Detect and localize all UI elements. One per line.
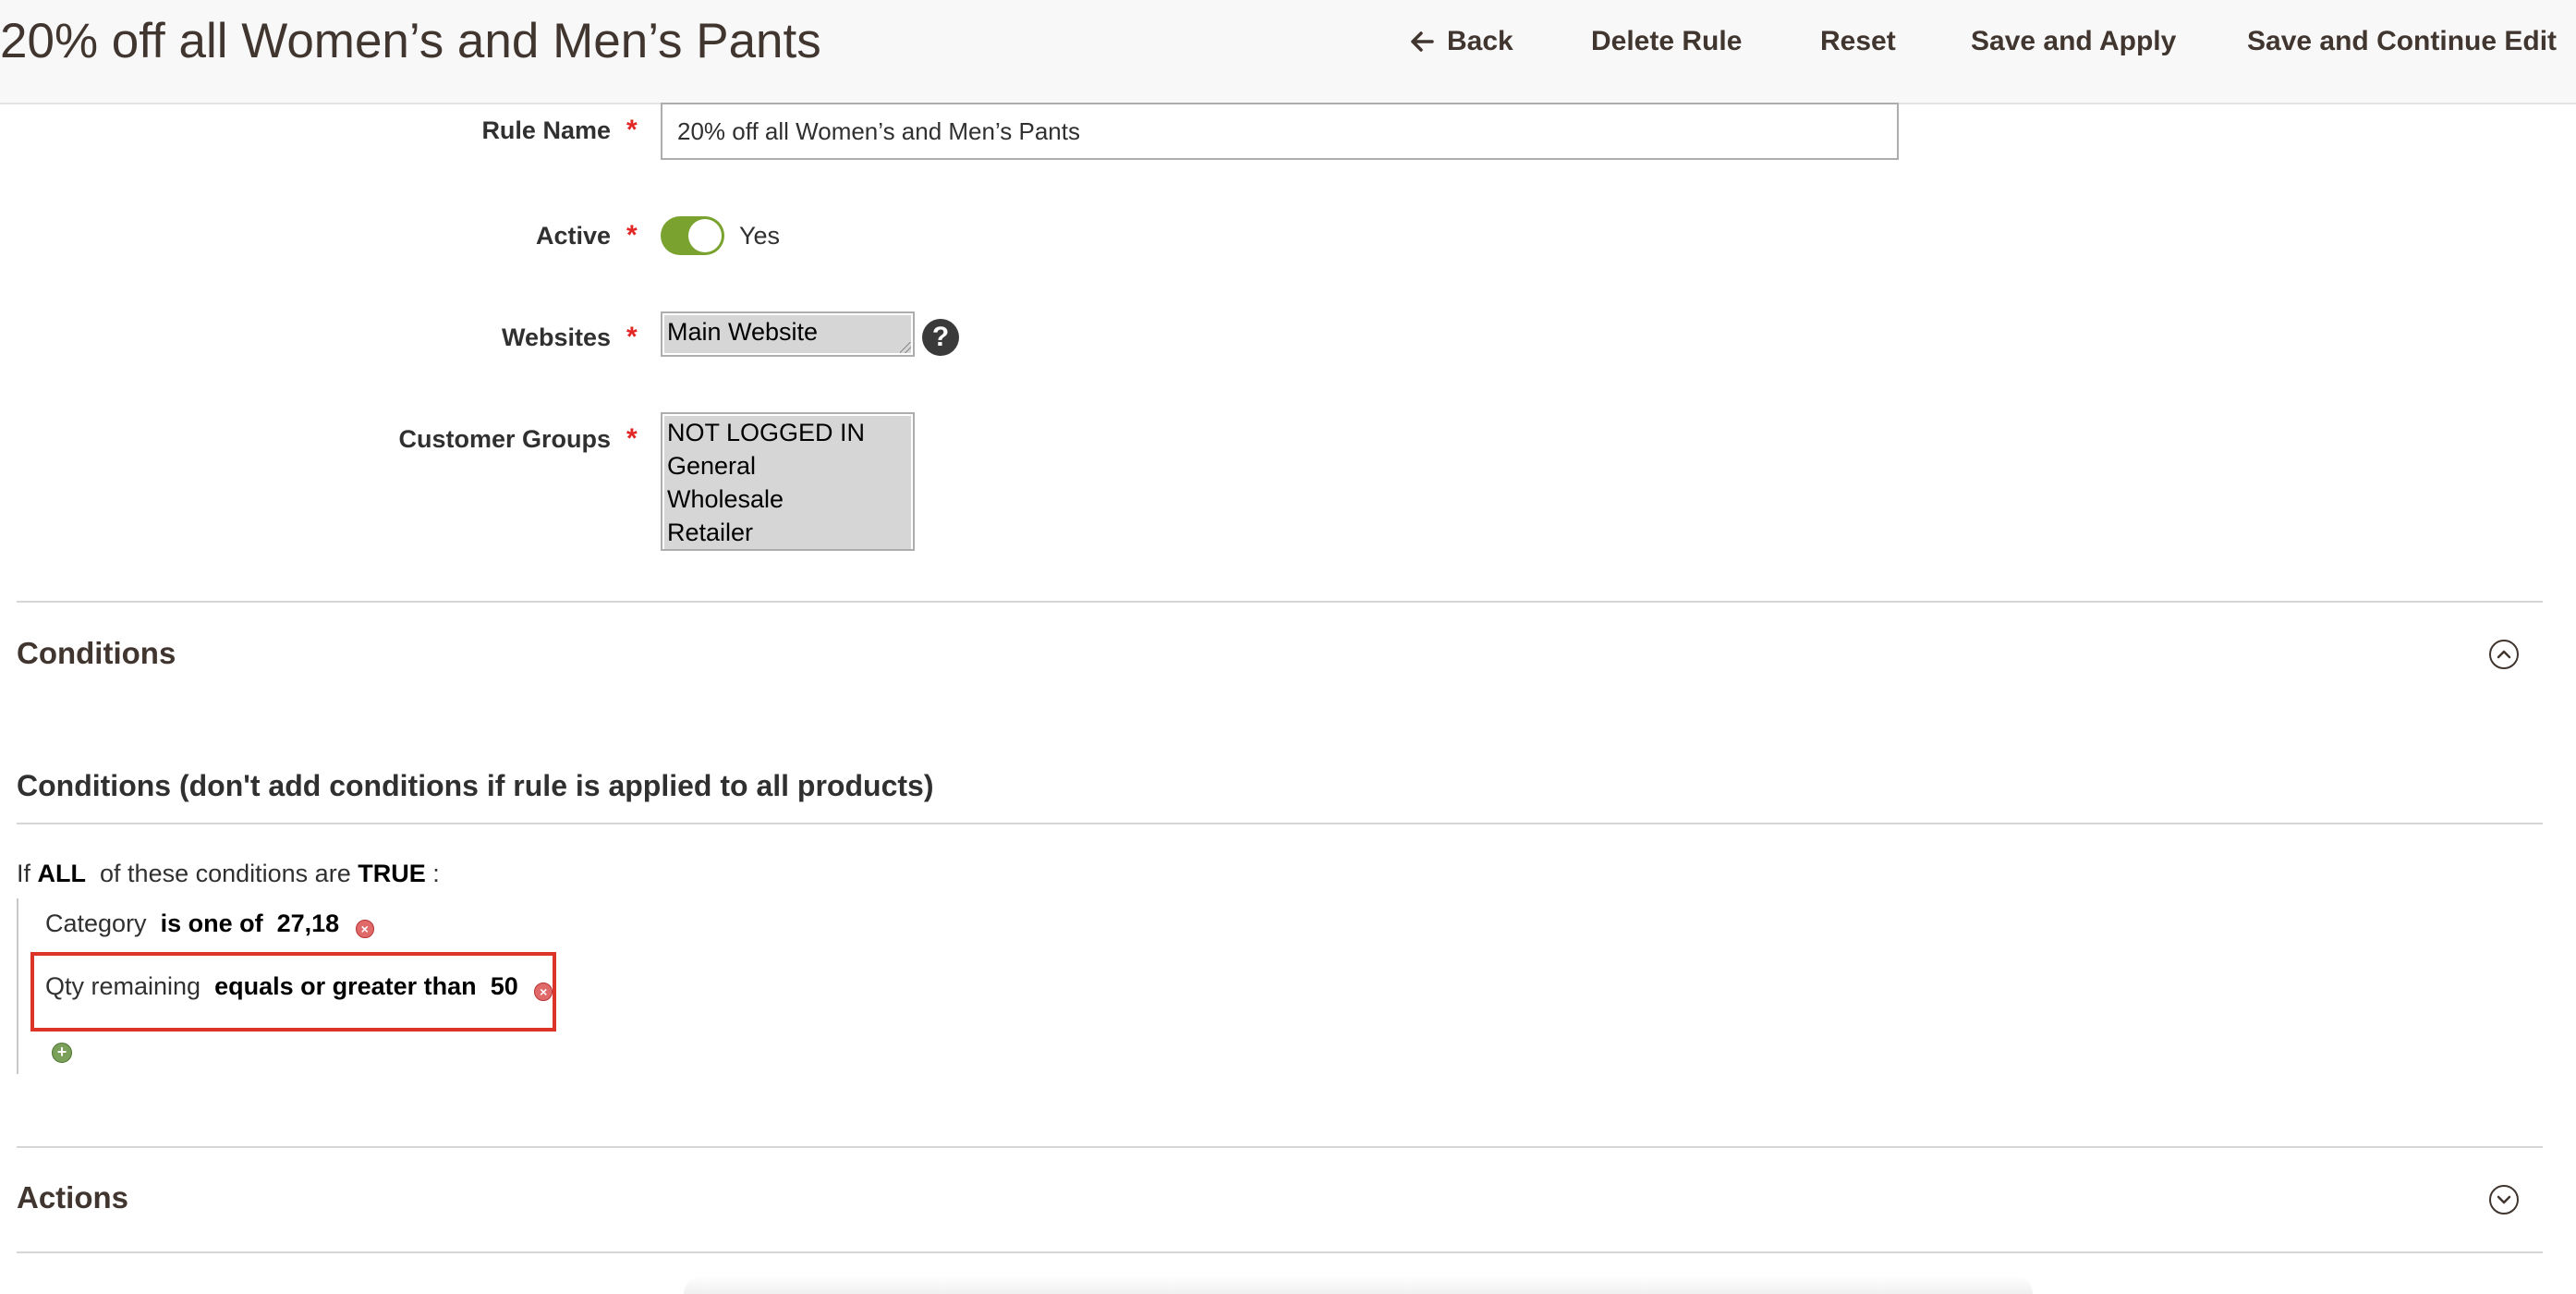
help-icon[interactable]: ?: [922, 319, 959, 356]
fieldset-divider: [17, 823, 2543, 824]
collapse-section-icon[interactable]: [2489, 640, 2519, 669]
reset-button[interactable]: Reset: [1820, 20, 1896, 63]
rule-name-input[interactable]: [661, 103, 1899, 160]
back-button-label: Back: [1447, 26, 1513, 56]
customer-group-option[interactable]: Wholesale: [664, 482, 911, 516]
save-and-continue-edit-button[interactable]: Save and Continue Edit: [2247, 20, 2557, 63]
actions-section-title[interactable]: Actions: [17, 1180, 128, 1215]
intro-prefix: If: [17, 860, 31, 887]
condition-value[interactable]: 50: [491, 972, 518, 1000]
customer-groups-label: Customer Groups: [398, 425, 611, 453]
add-condition-icon[interactable]: +: [52, 1043, 72, 1063]
conditions-intro: If ALL of these conditions are TRUE :: [17, 860, 440, 888]
remove-condition-icon[interactable]: ×: [355, 920, 374, 938]
intro-middle: of these conditions are: [100, 860, 351, 887]
websites-multiselect[interactable]: Main Website: [661, 311, 915, 357]
intro-suffix: :: [432, 860, 440, 887]
arrow-left-icon: [1411, 31, 1434, 52]
condition-operator[interactable]: is one of: [161, 909, 263, 937]
customer-group-option[interactable]: NOT LOGGED IN: [664, 416, 911, 449]
customer-groups-multiselect[interactable]: NOT LOGGED IN General Wholesale Retailer: [661, 412, 915, 551]
save-and-apply-button[interactable]: Save and Apply: [1971, 20, 2176, 63]
websites-option[interactable]: Main Website: [664, 315, 911, 353]
active-label: Active: [535, 222, 611, 250]
customer-group-option[interactable]: General: [664, 449, 911, 482]
conditions-section-title[interactable]: Conditions: [17, 636, 176, 671]
condition-tree-line: [17, 898, 18, 1074]
back-button[interactable]: Back: [1410, 20, 1513, 63]
toggle-knob: [688, 219, 722, 252]
customer-group-option[interactable]: Retailer: [664, 516, 911, 549]
active-state-label: Yes: [739, 222, 781, 250]
resize-grip-icon[interactable]: [900, 342, 911, 353]
condition-value[interactable]: 27,18: [277, 909, 340, 937]
condition-attribute: Category: [45, 909, 147, 937]
remove-condition-icon[interactable]: ×: [534, 983, 553, 1001]
websites-label: Websites: [501, 324, 611, 351]
required-marker: *: [626, 423, 638, 454]
section-divider: [17, 1251, 2543, 1253]
expand-section-icon[interactable]: [2489, 1185, 2519, 1215]
section-divider: [17, 1146, 2543, 1148]
condition-row: Category is one of 27,18 ×: [45, 909, 374, 938]
active-toggle[interactable]: [661, 216, 724, 255]
value-selector[interactable]: TRUE: [358, 860, 426, 887]
bottom-shadow: [684, 1276, 2033, 1294]
required-marker: *: [626, 322, 638, 352]
delete-rule-button[interactable]: Delete Rule: [1591, 20, 1742, 63]
page-header: 20% off all Women’s and Men’s Pants Back…: [0, 0, 2576, 104]
required-marker: *: [626, 115, 638, 145]
condition-operator[interactable]: equals or greater than: [214, 972, 477, 1000]
condition-row: Qty remaining equals or greater than 50 …: [45, 972, 553, 1001]
rule-name-label: Rule Name: [481, 116, 611, 144]
aggregator-selector[interactable]: ALL: [38, 860, 86, 887]
conditions-fieldset-legend: Conditions (don't add conditions if rule…: [17, 769, 934, 802]
required-marker: *: [626, 220, 638, 250]
condition-attribute: Qty remaining: [45, 972, 201, 1000]
section-divider: [17, 601, 2543, 603]
page-title: 20% off all Women’s and Men’s Pants: [0, 14, 821, 68]
